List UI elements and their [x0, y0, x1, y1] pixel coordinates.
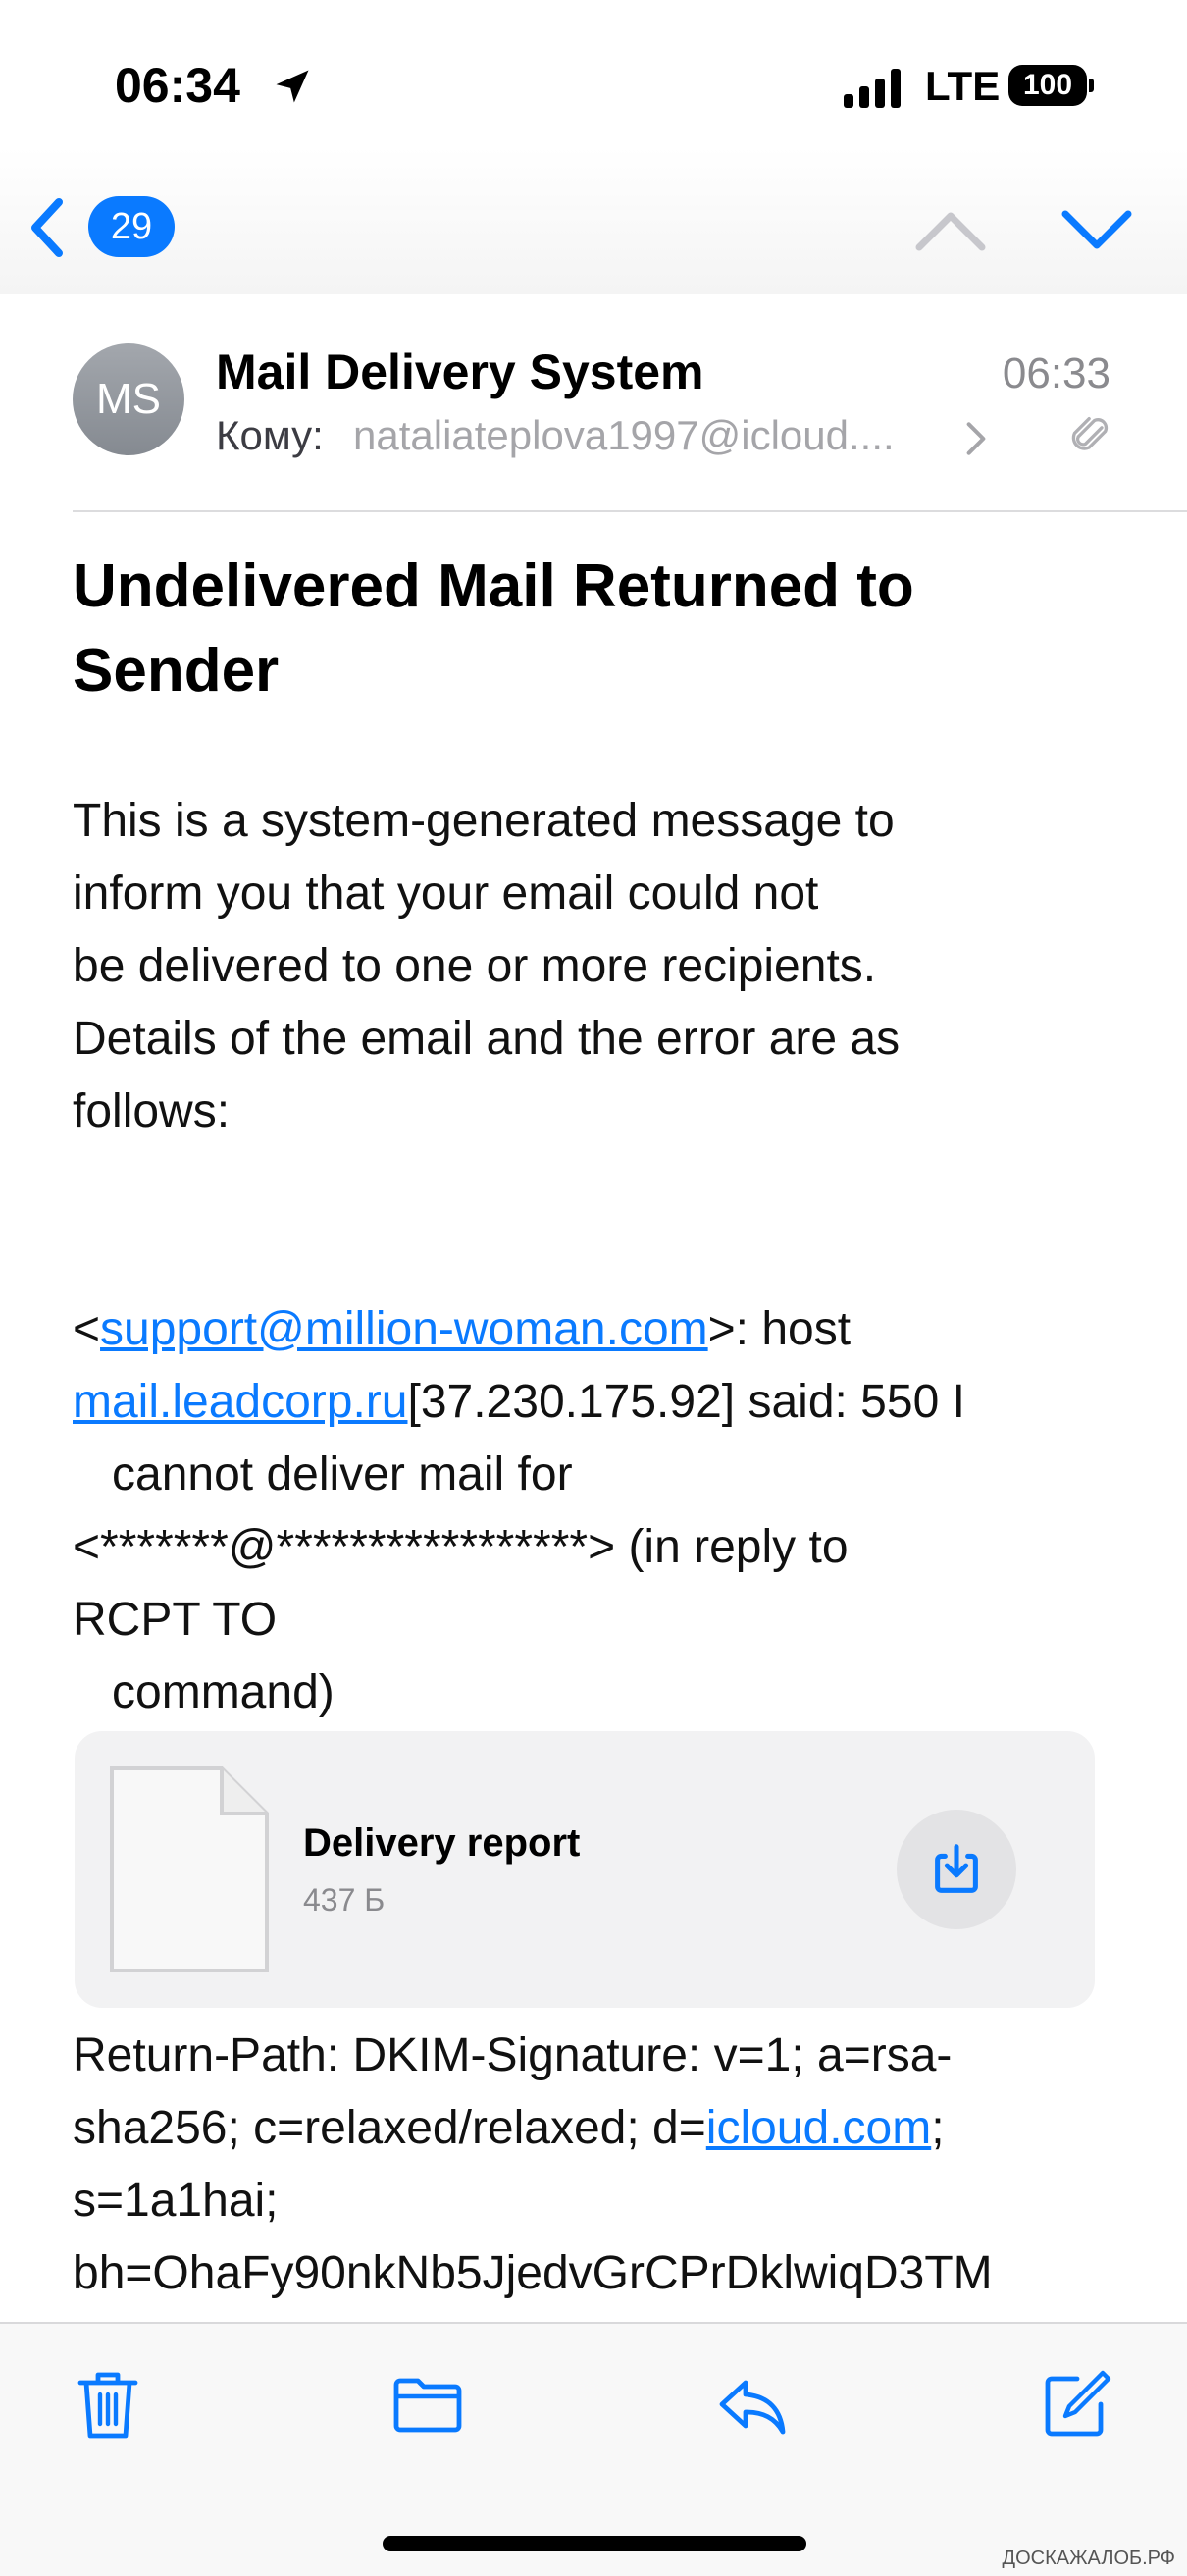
- navigation-bar: [0, 147, 1187, 294]
- body-line: bh=OhaFy90nkNb5JjedvGrCPrDklwiqD3TM: [73, 2247, 993, 2299]
- domain-link[interactable]: icloud.com: [706, 2102, 931, 2154]
- text-fragment: ;: [931, 2102, 945, 2154]
- message-intro: This is a system-generated message to in…: [73, 785, 1152, 1148]
- recipient-label: Кому:: [216, 412, 324, 458]
- body-line: follows:: [73, 1085, 231, 1137]
- download-icon[interactable]: [926, 1839, 987, 1900]
- header-divider: [73, 510, 1187, 512]
- recipient-address[interactable]: nataliateplova1997@icloud....: [353, 412, 895, 459]
- body-line: s=1a1hai;: [73, 2175, 279, 2227]
- battery-tip: [1089, 79, 1094, 92]
- body-line: RCPT TO: [73, 1594, 278, 1646]
- body-line: command): [73, 1666, 335, 1718]
- trash-icon[interactable]: [71, 2367, 145, 2442]
- attachment-name[interactable]: Delivery report: [303, 1821, 580, 1866]
- cellular-signal-icon: [844, 69, 901, 108]
- body-line: Details of the email and the error are a…: [73, 1013, 901, 1065]
- compose-icon[interactable]: [1038, 2367, 1112, 2442]
- chevron-right-icon[interactable]: [965, 420, 987, 457]
- attachment-size: 437 Б: [303, 1882, 386, 1918]
- unread-count-badge[interactable]: 29: [88, 196, 175, 257]
- text-fragment: >: host: [707, 1303, 852, 1355]
- raw-headers: Return-Path: DKIM-Signature: v=1; a=rsa-…: [73, 2020, 1152, 2310]
- chevron-down-icon[interactable]: [1061, 208, 1132, 251]
- watermark: ДОСКАЖАЛОБ.РФ: [1002, 2548, 1175, 2569]
- recipient-email-link[interactable]: support@million-woman.com: [100, 1303, 708, 1355]
- carrier-label: LTE: [925, 63, 1001, 109]
- battery-indicator: 100: [1008, 65, 1087, 106]
- body-line: Return-Path: DKIM-Signature: v=1; a=rsa-: [73, 2029, 953, 2081]
- body-line: sha256; c=relaxed/relaxed; d=icloud.com;: [73, 2092, 1152, 2165]
- text-fragment: [37.230.175.92] said: 550 I: [407, 1376, 965, 1428]
- paperclip-icon: [1071, 417, 1109, 450]
- body-line: cannot deliver mail for: [73, 1448, 573, 1500]
- bounce-details: <support@million-woman.com>: host mail.l…: [73, 1293, 1152, 1729]
- body-line: <*******@*****************> (in reply to: [73, 1521, 849, 1573]
- host-link[interactable]: mail.leadcorp.ru: [73, 1376, 407, 1428]
- back-chevron-icon[interactable]: [27, 198, 67, 257]
- home-indicator[interactable]: [383, 2536, 806, 2551]
- body-line: <support@million-woman.com>: host: [73, 1293, 1152, 1366]
- location-arrow-icon: [276, 70, 309, 103]
- body-line: be delivered to one or more recipients.: [73, 940, 877, 992]
- sender-name[interactable]: Mail Delivery System: [216, 343, 704, 400]
- status-time: 06:34: [115, 58, 240, 113]
- message-time: 06:33: [1002, 349, 1110, 397]
- sender-avatar[interactable]: MS: [73, 343, 184, 455]
- reply-icon[interactable]: [714, 2367, 789, 2442]
- message-subject: Undelivered Mail Returned to Sender: [73, 552, 914, 705]
- chevron-up-icon[interactable]: [915, 208, 986, 251]
- text-fragment: sha256; c=relaxed/relaxed; d=: [73, 2102, 706, 2154]
- body-line: This is a system-generated message to: [73, 795, 895, 847]
- text-fragment: <: [73, 1303, 101, 1355]
- document-icon: [110, 1766, 269, 1972]
- folder-icon[interactable]: [390, 2367, 465, 2442]
- body-line: inform you that your email could not: [73, 867, 819, 920]
- body-line: mail.leadcorp.ru[37.230.175.92] said: 55…: [73, 1366, 1152, 1439]
